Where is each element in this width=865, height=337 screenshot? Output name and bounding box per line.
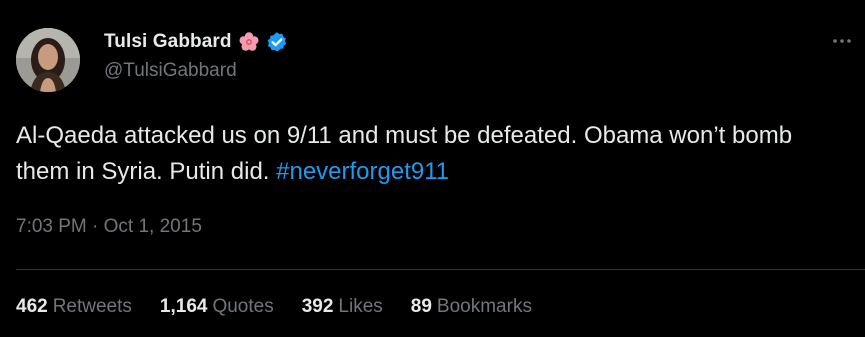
quotes-label: Quotes	[212, 296, 274, 317]
more-options-button[interactable]	[829, 30, 855, 50]
author-name-row: Tulsi Gabbard	[104, 28, 288, 56]
retweets-label: Retweets	[52, 296, 132, 317]
quotes-count: 1,164	[159, 296, 208, 317]
author-handle[interactable]: @TulsiGabbard	[104, 60, 237, 82]
hibiscus-flower-icon	[238, 31, 260, 53]
bookmarks-stat[interactable]: 89 Bookmarks	[411, 296, 532, 318]
retweets-count: 462	[16, 296, 48, 317]
avatar[interactable]	[16, 28, 80, 92]
likes-label: Likes	[338, 296, 383, 317]
tweet-time[interactable]: 7:03 PM	[16, 216, 87, 237]
meta-separator: ·	[86, 216, 104, 237]
tweet-timestamp: 7:03 PM · Oct 1, 2015	[16, 216, 202, 238]
more-options-icon	[832, 31, 852, 49]
divider	[16, 269, 865, 270]
hashtag-link[interactable]: #neverforget911	[276, 158, 449, 185]
verified-badge-icon[interactable]	[266, 31, 288, 53]
quotes-stat[interactable]: 1,164 Quotes	[160, 296, 274, 318]
bookmarks-count: 89	[410, 296, 432, 317]
bookmarks-label: Bookmarks	[436, 296, 532, 317]
likes-count: 392	[301, 296, 334, 317]
likes-stat[interactable]: 392 Likes	[302, 296, 383, 318]
engagement-stats: 462 Retweets 1,164 Quotes 392 Likes 89 Bookm…	[16, 296, 532, 318]
retweets-stat[interactable]: 462 Retweets	[16, 296, 132, 318]
tweet-text: Al-Qaeda attacked us on 9/11 and must be…	[16, 118, 816, 190]
author-display-name[interactable]: Tulsi Gabbard	[104, 31, 232, 53]
tweet-date[interactable]: Oct 1, 2015	[104, 216, 202, 237]
avatar-image	[16, 28, 80, 92]
